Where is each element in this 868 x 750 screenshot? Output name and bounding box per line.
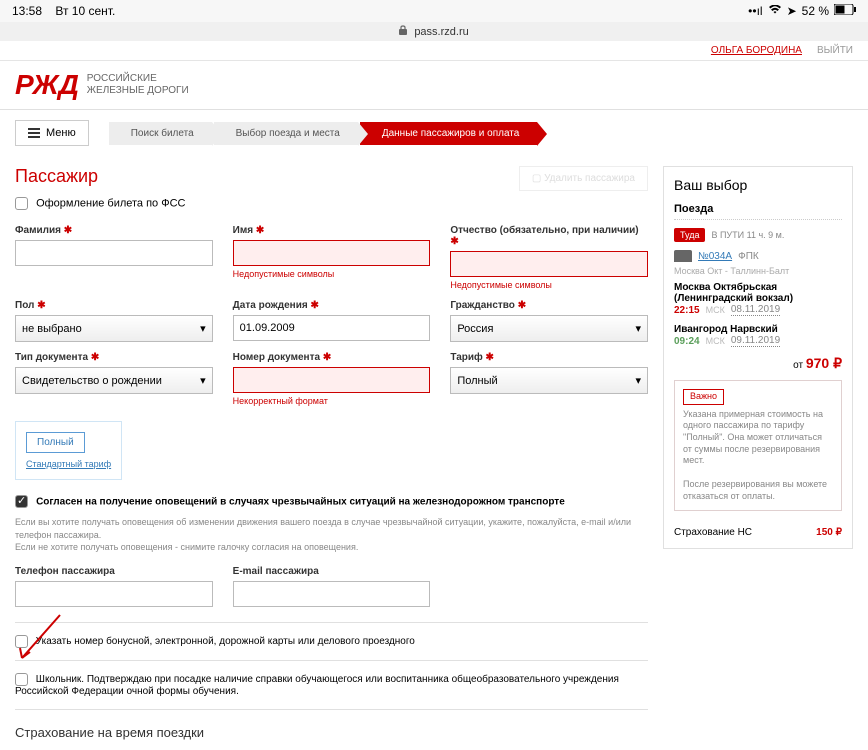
doctype-select[interactable]: Свидетельство о рождении ▾ bbox=[15, 367, 213, 394]
your-choice-title: Ваш выбор bbox=[674, 177, 842, 193]
wifi-icon bbox=[768, 4, 782, 18]
tariff-tag[interactable]: Полный bbox=[26, 432, 85, 453]
phone-input[interactable] bbox=[15, 581, 213, 607]
direction-row: Туда В ПУТИ 11 ч. 9 м. bbox=[674, 228, 842, 242]
tariff-standard-link[interactable]: Стандартный тариф bbox=[26, 459, 111, 469]
fss-checkbox-row[interactable]: Оформление билета по ФСС bbox=[15, 197, 648, 210]
price-row: от 970 ₽ bbox=[674, 355, 842, 372]
chevron-down-icon: ▾ bbox=[200, 322, 206, 335]
menu-breadcrumb-row: Меню Поиск билета Выбор поезда и места Д… bbox=[0, 110, 868, 156]
insurance-row: Страхование НС 150 ₽ bbox=[674, 521, 842, 538]
patronymic-input[interactable] bbox=[450, 251, 648, 277]
email-input[interactable] bbox=[233, 581, 431, 607]
important-notice: Важно Указана примерная стоимость на одн… bbox=[674, 380, 842, 511]
hamburger-icon bbox=[28, 128, 40, 138]
signal-icon: ••ıl bbox=[748, 4, 762, 18]
field-gender: Пол ✱ не выбрано ▾ bbox=[15, 300, 213, 342]
student-checkbox[interactable] bbox=[15, 673, 28, 686]
travel-time: В ПУТИ 11 ч. 9 м. bbox=[711, 230, 784, 240]
field-tariff: Тариф ✱ Полный ▾ bbox=[450, 352, 648, 406]
lock-icon bbox=[399, 25, 407, 38]
delete-passenger-button[interactable]: ▢ Удалить пассажира bbox=[519, 166, 648, 191]
logo-text: Российские железные дороги bbox=[87, 73, 189, 97]
ios-status-bar: 13:58 Вт 10 сент. ••ıl ➤ 52 % bbox=[0, 0, 868, 22]
status-date: Вт 10 сент. bbox=[55, 4, 115, 18]
field-citizenship: Гражданство ✱ Россия ▾ bbox=[450, 300, 648, 342]
chevron-down-icon: ▾ bbox=[635, 322, 641, 335]
exit-link[interactable]: ВЫЙТИ bbox=[817, 45, 853, 56]
direction-tag: Туда bbox=[674, 228, 705, 242]
breadcrumb: Поиск билета Выбор поезда и места Данные… bbox=[109, 122, 540, 145]
field-doctype: Тип документа ✱ Свидетельство о рождении… bbox=[15, 352, 213, 406]
field-email: E-mail пассажира bbox=[233, 566, 431, 607]
url-text: pass.rzd.ru bbox=[414, 26, 468, 38]
arrow-annotation bbox=[10, 610, 70, 670]
location-icon: ➤ bbox=[787, 4, 797, 18]
status-time: 13:58 bbox=[12, 4, 42, 18]
divider bbox=[15, 709, 648, 710]
dob-input[interactable] bbox=[233, 315, 431, 341]
route-text: Москва Окт - Таллинн-Балт bbox=[674, 266, 842, 276]
chevron-down-icon: ▾ bbox=[200, 374, 206, 387]
docnum-error: Некорректный формат bbox=[233, 396, 431, 406]
travel-insurance-title: Страхование на время поездки bbox=[15, 725, 648, 740]
train-company: ФПК bbox=[738, 251, 759, 262]
patronymic-error: Недопустимые символы bbox=[450, 280, 648, 290]
breadcrumb-step-search[interactable]: Поиск билета bbox=[109, 122, 212, 145]
docnum-input[interactable] bbox=[233, 367, 431, 393]
field-docnum: Номер документа ✱ Некорректный формат bbox=[233, 352, 431, 406]
gender-select[interactable]: не выбрано ▾ bbox=[15, 315, 213, 342]
fss-checkbox[interactable] bbox=[15, 197, 28, 210]
battery-text: 52 % bbox=[802, 4, 829, 18]
arrival-station: Ивангород Нарвский bbox=[674, 324, 842, 335]
tariff-info-box: Полный Стандартный тариф bbox=[15, 421, 122, 480]
consent-help-text: Если вы хотите получать оповещения об из… bbox=[15, 516, 648, 554]
name-input[interactable] bbox=[233, 240, 431, 266]
insurance-price: 150 ₽ bbox=[816, 527, 842, 538]
breadcrumb-step-train[interactable]: Выбор поезда и места bbox=[214, 122, 358, 145]
top-user-menu: ОЛЬГА БОРОДИНА ВЫЙТИ bbox=[0, 41, 868, 61]
emergency-consent-row[interactable]: Согласен на получение оповещений в случа… bbox=[15, 495, 648, 508]
citizenship-select[interactable]: Россия ▾ bbox=[450, 315, 648, 342]
departure-station: Москва Октябрьская (Ленинградский вокзал… bbox=[674, 282, 842, 304]
field-dob: Дата рождения ✱ bbox=[233, 300, 431, 342]
logo-mark: РЖД bbox=[15, 69, 79, 101]
train-icon bbox=[674, 250, 692, 262]
menu-button[interactable]: Меню bbox=[15, 120, 89, 146]
site-header: РЖД Российские железные дороги bbox=[0, 61, 868, 110]
logo[interactable]: РЖД Российские железные дороги bbox=[15, 69, 189, 101]
field-name: Имя ✱ Недопустимые символы bbox=[233, 225, 431, 290]
breadcrumb-step-passengers: Данные пассажиров и оплата bbox=[360, 122, 537, 145]
field-patronymic: Отчество (обязательно, при наличии) ✱ Не… bbox=[450, 225, 648, 290]
train-number-row: №034А ФПК bbox=[674, 250, 842, 262]
price-value: 970 ₽ bbox=[806, 355, 842, 371]
browser-url-bar[interactable]: pass.rzd.ru bbox=[0, 22, 868, 41]
arrival-time-row: 09:24 МСК 09.11.2019 bbox=[674, 335, 842, 347]
sidebar-your-choice: Ваш выбор Поезда Туда В ПУТИ 11 ч. 9 м. … bbox=[663, 166, 853, 740]
trash-icon: ▢ bbox=[532, 173, 541, 184]
divider bbox=[15, 660, 648, 661]
trains-label: Поезда bbox=[674, 203, 842, 220]
important-tag: Важно bbox=[683, 389, 724, 405]
surname-input[interactable] bbox=[15, 240, 213, 266]
divider bbox=[15, 622, 648, 623]
student-discount-row[interactable]: Школьник. Подтверждаю при посадке наличи… bbox=[15, 673, 648, 697]
bonus-card-row[interactable]: Указать номер бонусной, электронной, дор… bbox=[15, 635, 648, 648]
departure-time-row: 22:15 МСК 08.11.2019 bbox=[674, 304, 842, 316]
name-error: Недопустимые символы bbox=[233, 269, 431, 279]
field-surname: Фамилия ✱ bbox=[15, 225, 213, 290]
field-phone: Телефон пассажира bbox=[15, 566, 213, 607]
main-form: ▢ Удалить пассажира Пассажир Оформление … bbox=[15, 166, 648, 740]
train-number-link[interactable]: №034А bbox=[698, 251, 732, 262]
chevron-down-icon: ▾ bbox=[635, 374, 641, 387]
emergency-checkbox[interactable] bbox=[15, 495, 28, 508]
tariff-select[interactable]: Полный ▾ bbox=[450, 367, 648, 394]
user-link[interactable]: ОЛЬГА БОРОДИНА bbox=[711, 45, 802, 56]
battery-icon bbox=[834, 4, 856, 18]
